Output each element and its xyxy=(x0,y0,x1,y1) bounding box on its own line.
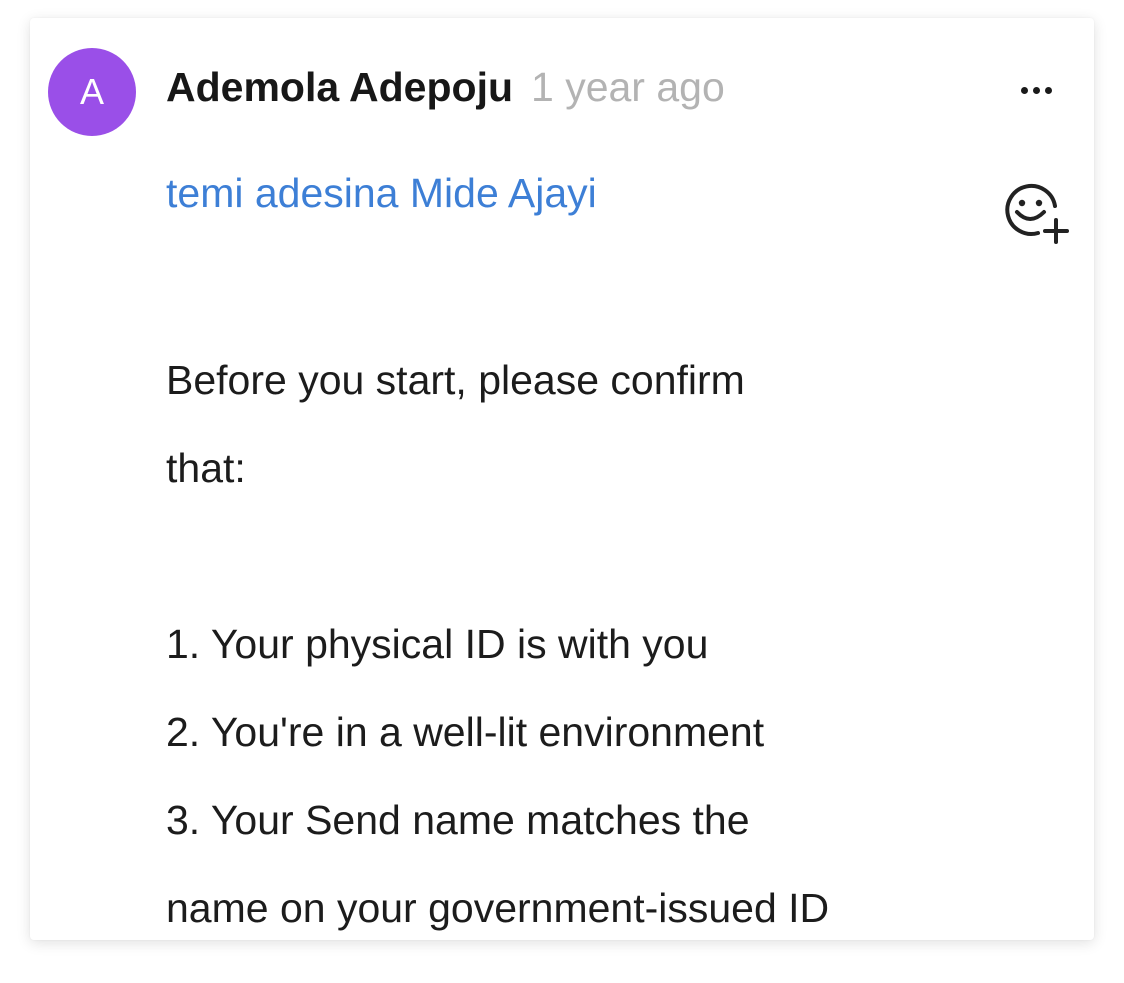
mention-link[interactable]: Mide Ajayi xyxy=(410,170,597,216)
avatar[interactable]: A xyxy=(48,48,136,136)
mentions: temi adesina Mide Ajayi xyxy=(166,170,597,217)
add-reaction-button[interactable] xyxy=(1000,176,1072,248)
list-item: 1. Your physical ID is with you xyxy=(166,621,709,667)
list-item: name on your government-issued ID xyxy=(166,885,830,931)
mention-link[interactable]: temi adesina xyxy=(166,170,398,216)
list-item: 3. Your Send name matches the xyxy=(166,797,750,843)
body-text: that: xyxy=(166,445,246,491)
body-text: Before you start, please confirm xyxy=(166,357,745,403)
comment-body: Before you start, please confirm that: 1… xyxy=(166,336,1026,940)
more-options-button[interactable] xyxy=(1008,70,1064,110)
more-options-icon xyxy=(1020,86,1028,94)
comment-card: A Ademola Adepoju 1 year ago temi adesina… xyxy=(30,18,1094,940)
list-item: 2. You're in a well-lit environment xyxy=(166,709,765,755)
author-name[interactable]: Ademola Adepoju xyxy=(166,64,513,110)
comment-header: Ademola Adepoju 1 year ago xyxy=(166,64,725,111)
add-reaction-icon xyxy=(1005,184,1069,244)
timestamp: 1 year ago xyxy=(531,64,725,110)
